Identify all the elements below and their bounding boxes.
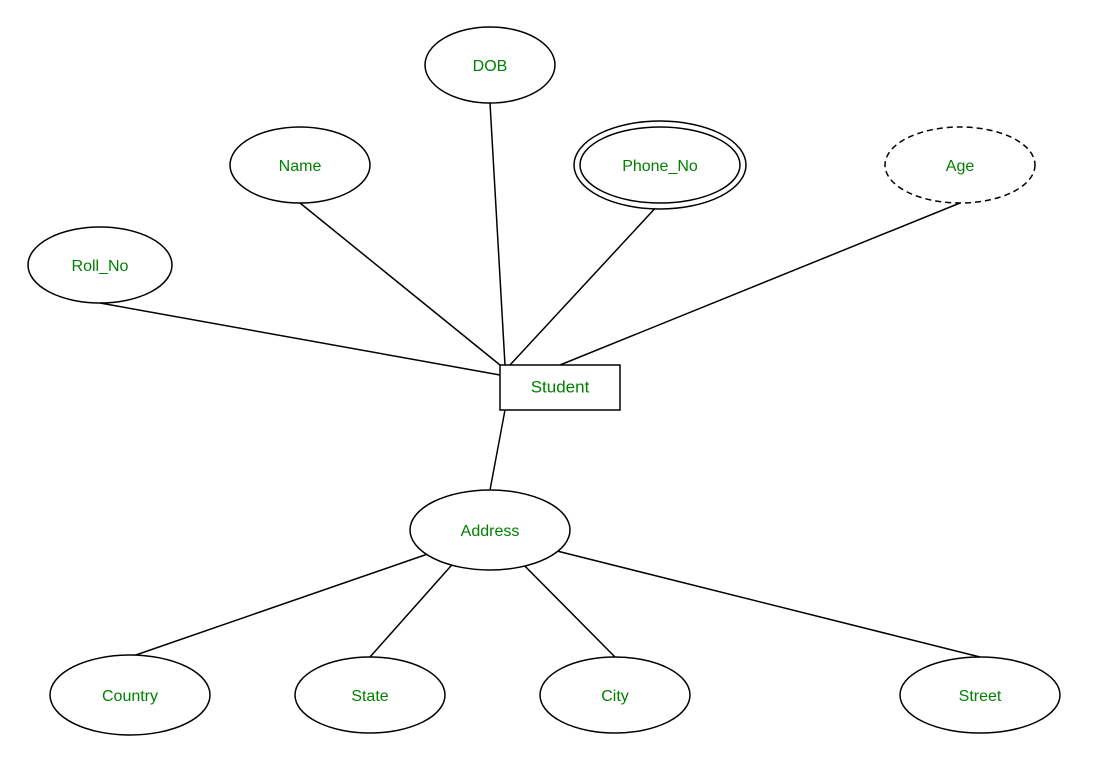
- attr-phone_no-label: Phone_No: [622, 158, 698, 175]
- attr-dob-label: DOB: [473, 58, 508, 75]
- attr-city-label: City: [601, 688, 629, 705]
- attr-street-label: Street: [959, 688, 1002, 705]
- attr-address-label: Address: [461, 523, 520, 540]
- entity-student-label: Student: [531, 378, 590, 397]
- connector: [545, 548, 980, 657]
- connector: [100, 303, 500, 375]
- attr-roll_no-label: Roll_No: [72, 258, 129, 275]
- connector: [490, 410, 505, 490]
- connector: [510, 203, 660, 365]
- connector: [130, 548, 445, 657]
- attr-country-label: Country: [102, 688, 158, 705]
- attr-state-label: State: [351, 688, 388, 705]
- connector: [490, 103, 505, 365]
- attr-name-label: Name: [279, 158, 322, 175]
- connector: [560, 203, 960, 365]
- attr-age-label: Age: [946, 158, 975, 175]
- er-diagram: Student DOB Name Phone_No Age Roll_No Address C…: [0, 0, 1112, 753]
- connector: [300, 203, 500, 365]
